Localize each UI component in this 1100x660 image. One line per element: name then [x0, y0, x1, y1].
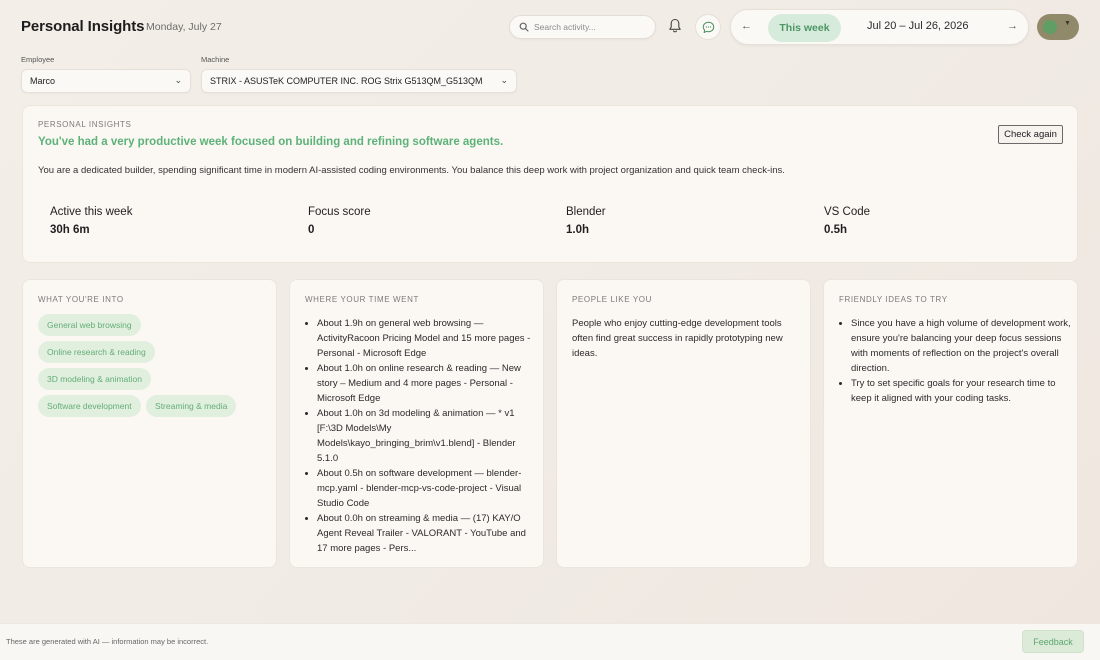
card-title: WHAT YOU'RE INTO [38, 295, 124, 304]
insights-headline: You've had a very productive week focuse… [38, 136, 504, 148]
stat-value: 0.5h [824, 224, 848, 236]
stat-vs-code: VS Code 0.5h [824, 206, 870, 236]
footer-bar: These are generated with AI — informatio… [0, 623, 1100, 660]
employee-label: Employee [21, 55, 55, 64]
card-interests: WHAT YOU'RE INTO General web browsing On… [22, 279, 277, 568]
card-title: FRIENDLY IDEAS TO TRY [839, 295, 948, 304]
stat-value: 30h 6m [50, 224, 90, 236]
check-again-button[interactable]: Check again [998, 125, 1063, 144]
employee-select[interactable]: Marco ⌄ [21, 69, 191, 93]
bell-icon [669, 18, 681, 33]
page-date: Monday, July 27 [146, 21, 222, 33]
insights-summary: You are a dedicated builder, spending si… [38, 165, 785, 176]
notifications-button[interactable] [668, 18, 684, 36]
interest-tag[interactable]: Software development [38, 395, 141, 417]
card-title: PEOPLE LIKE YOU [572, 295, 652, 304]
stat-value: 0 [308, 224, 315, 236]
feedback-button[interactable]: Feedback [1022, 630, 1084, 653]
interest-tag[interactable]: Streaming & media [146, 395, 237, 417]
list-item: About 1.0h on online research & reading … [317, 361, 537, 406]
top-header: Personal Insights Monday, July 27 Search… [21, 9, 1079, 45]
card-body: People who enjoy cutting-edge developmen… [572, 318, 783, 359]
ideas-list: Since you have a high volume of developm… [851, 316, 1071, 406]
search-input[interactable] [534, 19, 650, 35]
list-item: About 1.0h on 3d modeling & animation — … [317, 406, 537, 466]
interest-tag[interactable]: Online research & reading [38, 341, 155, 363]
time-list: About 1.9h on general web browsing — Act… [317, 316, 537, 556]
search-box[interactable] [509, 15, 656, 39]
personal-insights-panel: PERSONAL INSIGHTS You've had a very prod… [22, 105, 1078, 263]
stat-blender: Blender 1.0h [566, 206, 606, 236]
insights-section-label: PERSONAL INSIGHTS [38, 120, 132, 129]
list-item: About 0.5h on software development — ble… [317, 466, 537, 511]
chat-bubble-icon [702, 21, 715, 33]
stat-label: VS Code [824, 206, 871, 218]
next-week-button[interactable]: → [1007, 20, 1018, 32]
avatar [1043, 20, 1057, 34]
ai-disclaimer: These are generated with AI — informatio… [6, 637, 209, 646]
list-item: About 0.0h on streaming & media — (17) K… [317, 511, 537, 556]
stat-focus-score: Focus score 0 [308, 206, 371, 236]
card-people-like-you: PEOPLE LIKE YOU People who enjoy cutting… [556, 279, 811, 568]
interest-tag[interactable]: 3D modeling & animation [38, 368, 151, 390]
machine-selected-value: STRIX - ASUSTeK COMPUTER INC. ROG Strix … [210, 76, 483, 86]
card-friendly-ideas: FRIENDLY IDEAS TO TRY Since you have a h… [823, 279, 1078, 568]
page-title: Personal Insights [21, 18, 145, 35]
employee-selected-value: Marco [30, 76, 56, 86]
chevron-down-icon: ▼ [1064, 20, 1071, 27]
search-icon [519, 22, 529, 32]
stat-active-this-week: Active this week 30h 6m [50, 206, 132, 236]
card-title: WHERE YOUR TIME WENT [305, 295, 419, 304]
card-time-breakdown: WHERE YOUR TIME WENT About 1.9h on gener… [289, 279, 544, 568]
page: Personal Insights Monday, July 27 Search… [0, 0, 1100, 660]
week-range-label: Jul 20 – Jul 26, 2026 [867, 20, 969, 32]
interest-tag[interactable]: General web browsing [38, 314, 141, 336]
chevron-down-icon: ⌄ [174, 75, 182, 85]
user-menu-button[interactable]: ▼ [1037, 14, 1079, 40]
messages-button[interactable] [695, 14, 721, 40]
this-week-button[interactable]: This week [768, 14, 841, 42]
chevron-down-icon: ⌄ [500, 75, 508, 85]
stat-value: 1.0h [566, 224, 590, 236]
machine-label: Machine [201, 55, 230, 64]
stat-label: Focus score [308, 206, 371, 218]
list-item: Try to set specific goals for your resea… [851, 376, 1071, 406]
interest-tags: General web browsing Online research & r… [38, 314, 268, 422]
stat-label: Blender [566, 206, 606, 218]
previous-week-button[interactable]: ← [741, 20, 752, 32]
week-navigator: ← This week Jul 20 – Jul 26, 2026 → [730, 9, 1029, 45]
stat-label: Active this week [50, 206, 133, 218]
list-item: Since you have a high volume of developm… [851, 316, 1071, 376]
list-item: About 1.9h on general web browsing — Act… [317, 316, 537, 361]
machine-select[interactable]: STRIX - ASUSTeK COMPUTER INC. ROG Strix … [201, 69, 517, 93]
